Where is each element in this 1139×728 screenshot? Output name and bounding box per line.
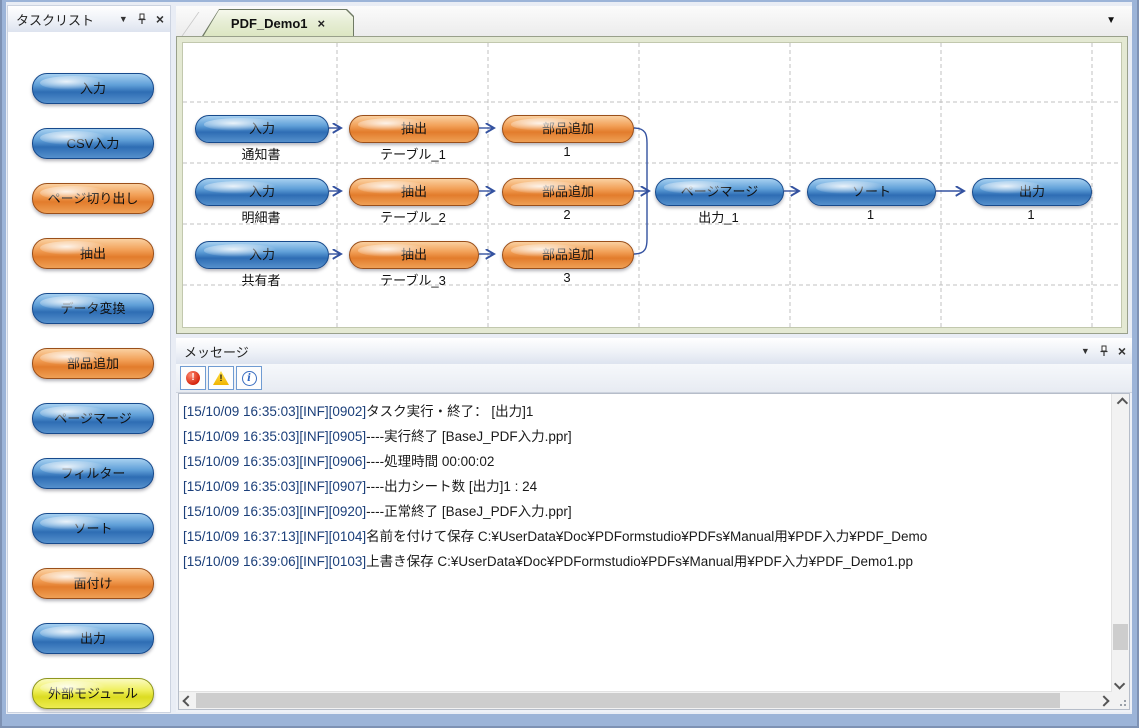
main-area: PDF_Demo1 × ▼ [176, 6, 1132, 712]
tab-list-dropdown-icon[interactable]: ▼ [1106, 15, 1116, 26]
flow-node-output-name: 1 [972, 207, 1090, 222]
log-line: [15/10/09 16:35:03][INF][0920]----正常終了 [… [183, 499, 1112, 524]
log-line: [15/10/09 16:39:06][INF][0103]上書き保存 C:¥U… [183, 549, 1112, 574]
warning-icon: ! [213, 371, 229, 385]
task-button-external-module[interactable]: 外部モジュール [32, 678, 154, 709]
flow-node-parts-add-2[interactable]: 部品追加 [502, 178, 634, 206]
scroll-left-arrow[interactable] [179, 692, 196, 709]
panel-menu-dropdown-icon[interactable]: ▼ [119, 15, 128, 24]
flow-node-output[interactable]: 出力 [972, 178, 1092, 206]
app-content: タスクリスト ▼ × 入力 CSV入力 ページ切り出し 抽出 データ変換 部品追… [6, 2, 1132, 714]
message-menu-dropdown-icon[interactable]: ▼ [1081, 347, 1090, 356]
task-button-extract[interactable]: 抽出 [32, 238, 154, 269]
task-button-parts-add[interactable]: 部品追加 [32, 348, 154, 379]
task-button-sort[interactable]: ソート [32, 513, 154, 544]
scroll-down-arrow[interactable] [1112, 675, 1129, 692]
filter-warnings-toggle[interactable]: ! [208, 366, 234, 390]
message-panel-title: メッセージ [184, 342, 1081, 361]
task-button-data-convert[interactable]: データ変換 [32, 293, 154, 324]
message-log[interactable]: [15/10/09 16:35:03][INF][0902]タスク実行・終了： … [179, 394, 1112, 692]
document-tabstrip: PDF_Demo1 × ▼ [176, 6, 1132, 36]
flow-node-parts-add-2-name: 2 [502, 207, 632, 222]
flow-node-parts-add-1-name: 1 [502, 144, 632, 159]
vertical-scrollbar[interactable] [1111, 394, 1129, 692]
task-list-panel: タスクリスト ▼ × 入力 CSV入力 ページ切り出し 抽出 データ変換 部品追… [8, 6, 170, 712]
tab-label: PDF_Demo1 [231, 16, 308, 31]
task-button-csv-input[interactable]: CSV入力 [32, 128, 154, 159]
message-panel: メッセージ ▼ × ! ! i [176, 338, 1132, 712]
message-close-icon[interactable]: × [1118, 344, 1126, 358]
flow-node-extract-2-name: テーブル_2 [349, 207, 477, 226]
scroll-right-arrow[interactable] [1095, 692, 1112, 709]
flow-node-input-1-name: 通知書 [195, 144, 327, 163]
filter-info-toggle[interactable]: i [236, 366, 262, 390]
task-button-page-extract[interactable]: ページ切り出し [32, 183, 154, 214]
flow-node-input-2-name: 明細書 [195, 207, 327, 226]
log-line: [15/10/09 16:37:13][INF][0104]名前を付けて保存 C… [183, 524, 1112, 549]
resize-grip[interactable] [1112, 692, 1129, 709]
log-line: [15/10/09 16:35:03][INF][0907]----出力シート数… [183, 474, 1112, 499]
flow-node-input-2[interactable]: 入力 [195, 178, 329, 206]
task-button-page-merge[interactable]: ページマージ [32, 403, 154, 434]
flow-node-parts-add-1[interactable]: 部品追加 [502, 115, 634, 143]
task-button-output[interactable]: 出力 [32, 623, 154, 654]
horizontal-scrollbar[interactable] [179, 691, 1112, 709]
task-list-header: タスクリスト ▼ × [8, 6, 170, 32]
flow-node-sort[interactable]: ソート [807, 178, 936, 206]
horizontal-scroll-thumb[interactable] [196, 693, 1060, 708]
task-button-input[interactable]: 入力 [32, 73, 154, 104]
message-log-container: [15/10/09 16:35:03][INF][0902]タスク実行・終了： … [178, 393, 1130, 710]
vertical-scroll-thumb[interactable] [1113, 624, 1128, 650]
app-window: タスクリスト ▼ × 入力 CSV入力 ページ切り出し 抽出 データ変換 部品追… [0, 0, 1139, 728]
log-line: [15/10/09 16:35:03][INF][0905]----実行終了 [… [183, 424, 1112, 449]
flow-node-extract-3[interactable]: 抽出 [349, 241, 479, 269]
info-icon: i [242, 371, 257, 386]
message-filter-toolbar: ! ! i [176, 364, 1132, 393]
message-panel-header: メッセージ ▼ × [176, 338, 1132, 364]
flow-node-extract-2[interactable]: 抽出 [349, 178, 479, 206]
flow-node-input-1[interactable]: 入力 [195, 115, 329, 143]
tab-pdf-demo1[interactable]: PDF_Demo1 × [202, 9, 354, 36]
task-button-filter[interactable]: フィルター [32, 458, 154, 489]
flow-node-extract-1[interactable]: 抽出 [349, 115, 479, 143]
flow-node-sort-name: 1 [807, 207, 934, 222]
message-pin-icon[interactable] [1099, 345, 1109, 357]
flow-node-extract-1-name: テーブル_1 [349, 144, 477, 163]
task-list-title: タスクリスト [16, 10, 119, 29]
pin-icon[interactable] [137, 13, 147, 25]
flow-canvas[interactable]: 入力 通知書 抽出 テーブル_1 部品追加 1 入力 明細書 抽出 テーブル_2… [182, 42, 1122, 328]
flow-node-extract-3-name: テーブル_3 [349, 270, 477, 289]
flow-canvas-frame: 入力 通知書 抽出 テーブル_1 部品追加 1 入力 明細書 抽出 テーブル_2… [176, 36, 1128, 334]
log-line: [15/10/09 16:35:03][INF][0902]タスク実行・終了： … [183, 399, 1112, 424]
flow-node-page-merge[interactable]: ページマージ [655, 178, 784, 206]
task-button-imposition[interactable]: 面付け [32, 568, 154, 599]
flow-node-input-3[interactable]: 入力 [195, 241, 329, 269]
flow-node-input-3-name: 共有者 [195, 270, 327, 289]
flow-node-parts-add-3-name: 3 [502, 270, 632, 285]
filter-errors-toggle[interactable]: ! [180, 366, 206, 390]
tab-close-icon[interactable]: × [317, 16, 325, 31]
flow-node-parts-add-3[interactable]: 部品追加 [502, 241, 634, 269]
task-list-body: 入力 CSV入力 ページ切り出し 抽出 データ変換 部品追加 ページマージ フィ… [8, 32, 170, 712]
panel-close-icon[interactable]: × [156, 12, 164, 26]
scroll-up-arrow[interactable] [1112, 394, 1129, 411]
error-icon: ! [186, 371, 200, 385]
flow-node-page-merge-name: 出力_1 [655, 207, 782, 226]
log-line: [15/10/09 16:35:03][INF][0906]----処理時間 0… [183, 449, 1112, 474]
